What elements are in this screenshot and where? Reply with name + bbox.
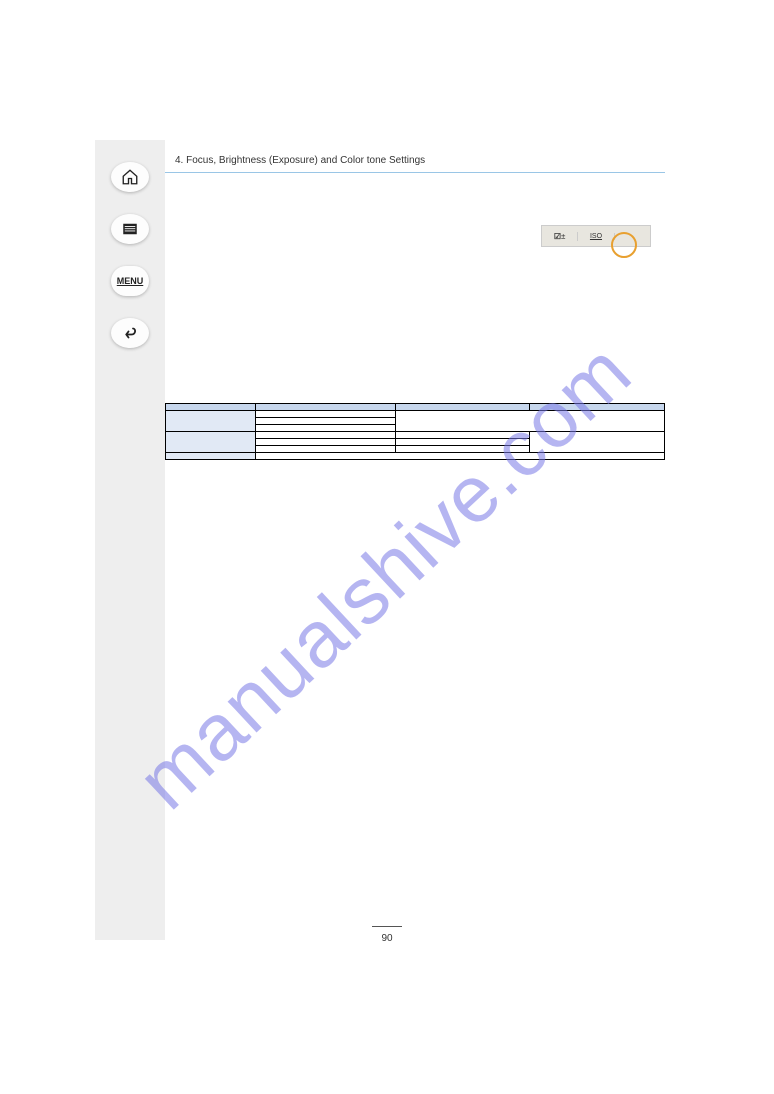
table-header	[530, 404, 665, 411]
table-cell	[255, 432, 395, 439]
table-cell	[395, 411, 664, 432]
back-icon[interactable]	[111, 318, 149, 348]
divider	[165, 172, 665, 173]
house-icon	[121, 168, 139, 186]
list-rect-icon	[121, 220, 139, 238]
iso-settings-table	[165, 403, 665, 460]
home-icon[interactable]	[111, 162, 149, 192]
table-cell	[255, 453, 664, 460]
contents-icon[interactable]	[111, 214, 149, 244]
sidebar: MENU	[95, 140, 165, 940]
table-header	[395, 404, 530, 411]
table-cell	[255, 425, 395, 432]
page-number-text: 90	[381, 933, 392, 944]
table-cell	[395, 432, 530, 439]
table-cell	[530, 432, 665, 453]
table-rowhead	[166, 411, 256, 432]
page-number: 90	[0, 922, 774, 944]
highlight-circle-icon	[611, 232, 637, 258]
table-cell	[255, 411, 395, 418]
table-header	[166, 404, 256, 411]
iso-segment: ISO	[578, 233, 614, 240]
chapter-heading: 4. Focus, Brightness (Exposure) and Colo…	[175, 155, 665, 166]
table-cell	[255, 446, 395, 453]
table-cell	[255, 418, 395, 425]
ev-segment: ☑±	[542, 232, 578, 241]
table-cell	[255, 439, 395, 446]
table-header	[255, 404, 395, 411]
return-arrow-icon	[121, 324, 139, 342]
table-rowhead	[166, 432, 256, 453]
table-cell	[395, 439, 530, 446]
page-content: 4. Focus, Brightness (Exposure) and Colo…	[165, 0, 665, 460]
pagenum-rule	[372, 926, 402, 927]
table-rowhead	[166, 453, 256, 460]
menu-button[interactable]: MENU	[111, 266, 149, 296]
table-cell	[395, 446, 530, 453]
touch-strip-illustration: ☑± ISO	[541, 225, 651, 247]
